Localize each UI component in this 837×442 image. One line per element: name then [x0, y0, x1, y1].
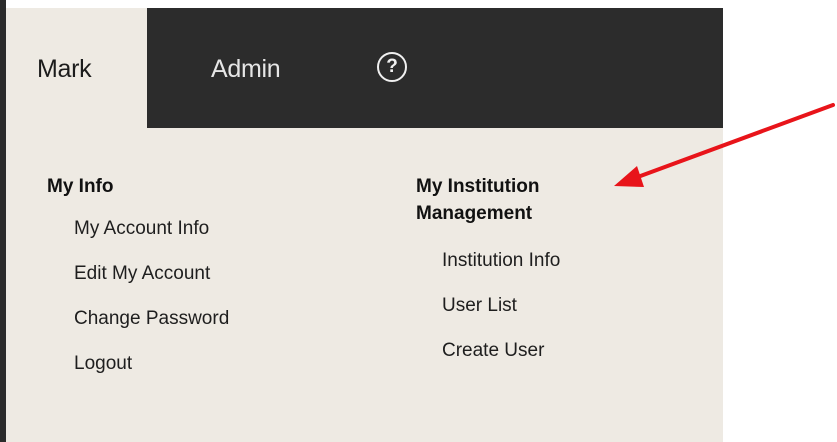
menu-link-edit-my-account[interactable]: Edit My Account [74, 262, 210, 286]
tab-admin-label: Admin [211, 55, 281, 83]
top-edge [6, 0, 723, 8]
menu-link-logout[interactable]: Logout [74, 352, 132, 376]
institution-heading-line2: Management [416, 203, 533, 224]
my-info-heading: My Info [47, 176, 114, 197]
red-arrow-icon [614, 103, 835, 187]
tab-user-label: Mark [37, 55, 92, 83]
menu-link-change-password[interactable]: Change Password [74, 307, 229, 331]
menu-link-create-user[interactable]: Create User [442, 339, 544, 363]
menu-link-institution-info[interactable]: Institution Info [442, 249, 560, 273]
menu-link-my-account-info[interactable]: My Account Info [74, 217, 209, 241]
app-window: Mark Admin ? My Info My Account Info Edi… [0, 0, 837, 442]
help-icon[interactable]: ? [377, 52, 407, 82]
menu-link-user-list[interactable]: User List [442, 294, 517, 318]
